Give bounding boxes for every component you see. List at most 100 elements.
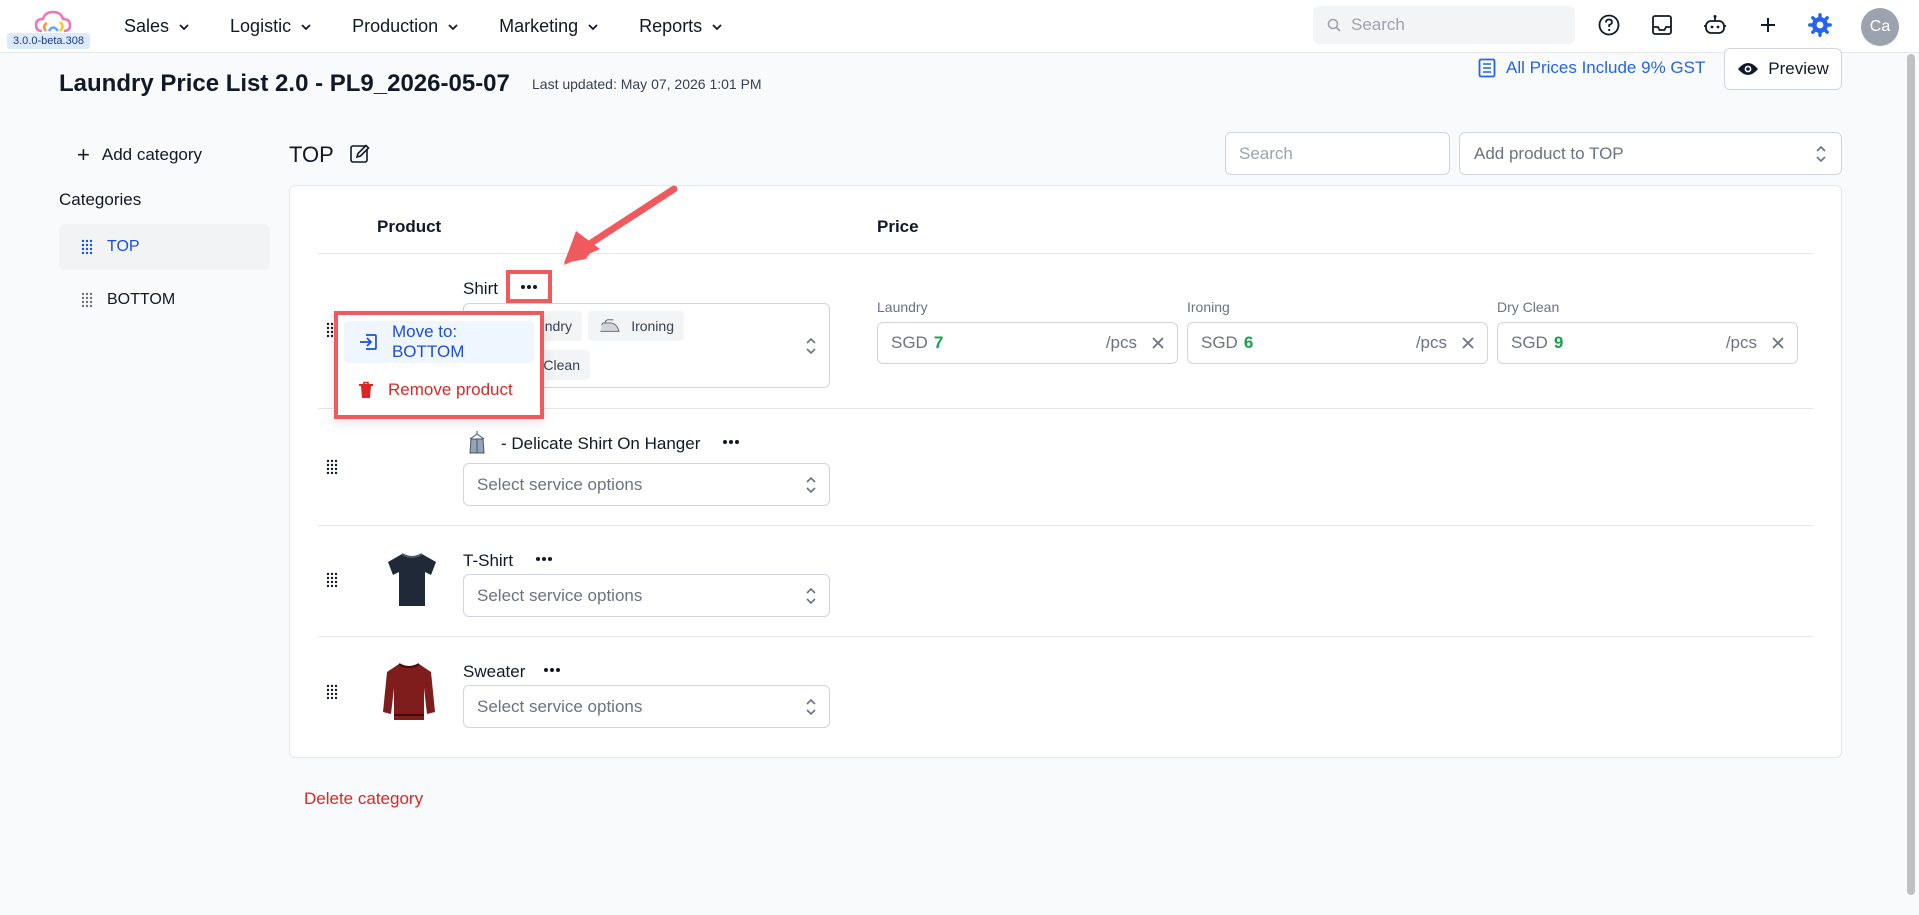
- remove-product-label: Remove product: [388, 380, 513, 399]
- service-options-placeholder: Select service options: [477, 585, 643, 605]
- price-input-dry-clean[interactable]: SGD 9 /pcs: [1497, 322, 1798, 364]
- price-label-dry-clean: Dry Clean: [1497, 299, 1560, 315]
- scrollbar[interactable]: [1907, 54, 1915, 895]
- global-search-input[interactable]: Search: [1313, 6, 1575, 44]
- chevron-updown-icon: [806, 587, 816, 604]
- ellipsis-icon: [536, 557, 552, 561]
- drag-handle-icon[interactable]: [81, 239, 93, 255]
- nav-logistic[interactable]: Logistic: [230, 16, 312, 37]
- add-product-select[interactable]: Add product to TOP: [1459, 132, 1842, 175]
- plus-icon[interactable]: [1754, 11, 1782, 39]
- page-title: Laundry Price List 2.0 - PL9_2026-05-07: [59, 70, 510, 97]
- add-category-button[interactable]: + Add category: [77, 144, 202, 166]
- robot-icon[interactable]: [1701, 11, 1729, 39]
- iron-icon: [600, 319, 620, 332]
- nav-logistic-label: Logistic: [230, 16, 292, 36]
- move-to-bottom-button[interactable]: Move to: BOTTOM: [344, 321, 534, 363]
- service-options-select[interactable]: Select service options: [463, 685, 830, 728]
- preview-button[interactable]: Preview: [1724, 48, 1842, 90]
- tshirt-image: [388, 553, 436, 606]
- annotation-highlight: [506, 270, 552, 303]
- categories-heading: Categories: [59, 190, 142, 209]
- move-to-label: Move to: BOTTOM: [391, 322, 465, 361]
- more-options-button[interactable]: [716, 432, 746, 452]
- gst-note-link[interactable]: All Prices Include 9% GST: [1478, 58, 1705, 78]
- chevron-updown-icon: [806, 698, 816, 715]
- drag-handle-icon[interactable]: [326, 572, 338, 588]
- nav-production-label: Production: [352, 16, 439, 36]
- column-header-product: Product: [377, 217, 442, 236]
- gst-note-label: All Prices Include 9% GST: [1506, 58, 1706, 77]
- drag-handle-icon[interactable]: [326, 684, 338, 700]
- last-updated-text: Last updated: May 07, 2026 1:01 PM: [532, 76, 762, 92]
- price-label-ironing: Ironing: [1187, 299, 1230, 315]
- service-tag-label: ndry: [544, 318, 572, 334]
- delete-category-button[interactable]: Delete category: [304, 789, 423, 809]
- product-name: T-Shirt: [463, 551, 514, 570]
- drag-handle-icon[interactable]: [326, 459, 338, 475]
- price-input-laundry[interactable]: SGD 7 /pcs: [877, 322, 1178, 364]
- main-menu: Sales Logistic Production Marketing Repo…: [124, 0, 763, 53]
- sweater-image: [383, 663, 435, 720]
- hanger-shirt-icon: [469, 431, 485, 454]
- service-tag-ironing: Ironing: [588, 311, 684, 341]
- annotation-arrow: [564, 185, 678, 265]
- nav-production[interactable]: Production: [352, 16, 459, 37]
- gear-icon[interactable]: [1806, 11, 1834, 39]
- product-name: Sweater: [463, 662, 526, 681]
- category-item-top[interactable]: TOP: [59, 224, 270, 270]
- nav-sales[interactable]: Sales: [124, 16, 190, 37]
- category-item-label: BOTTOM: [107, 291, 176, 308]
- service-options-select[interactable]: Select service options: [463, 463, 830, 506]
- document-list-icon: [1478, 58, 1496, 78]
- service-options-placeholder: Select service options: [477, 474, 643, 494]
- price-input-ironing[interactable]: SGD 6 /pcs: [1187, 322, 1488, 364]
- ellipsis-icon: [544, 668, 560, 672]
- add-category-label: Add category: [101, 145, 203, 164]
- price-unit: /pcs: [1415, 333, 1447, 352]
- product-search-input[interactable]: [1225, 132, 1450, 175]
- product-name: - Delicate Shirt On Hanger: [501, 434, 701, 453]
- avatar-initials: Ca: [1869, 18, 1891, 35]
- nav-reports-label: Reports: [639, 16, 703, 36]
- user-avatar[interactable]: Ca: [1861, 8, 1899, 46]
- category-item-bottom[interactable]: BOTTOM: [59, 277, 270, 323]
- edit-icon[interactable]: [349, 143, 371, 165]
- price-unit: /pcs: [1725, 333, 1757, 352]
- currency-label: SGD: [1511, 333, 1548, 352]
- global-search-placeholder: Search: [1351, 15, 1405, 34]
- close-icon[interactable]: [1771, 336, 1785, 350]
- service-options-placeholder: Select service options: [477, 696, 643, 716]
- help-icon[interactable]: [1595, 11, 1623, 39]
- service-options-select[interactable]: Select service options: [463, 574, 830, 617]
- chevron-updown-icon: [806, 337, 816, 355]
- chevron-down-icon: [179, 23, 189, 30]
- chevron-down-icon: [448, 23, 458, 30]
- more-options-button[interactable]: [537, 660, 567, 680]
- inbox-icon[interactable]: [1648, 11, 1676, 39]
- chevron-updown-icon: [806, 476, 816, 493]
- close-icon[interactable]: [1461, 336, 1475, 350]
- app-logo-icon[interactable]: [34, 9, 74, 35]
- more-options-button[interactable]: [529, 549, 559, 569]
- category-title: TOP: [289, 142, 334, 167]
- price-unit: /pcs: [1105, 333, 1137, 352]
- service-tag-label: Clean: [543, 357, 580, 373]
- chevron-down-icon: [712, 23, 722, 30]
- row-divider: [318, 636, 1813, 637]
- chevron-down-icon: [588, 23, 598, 30]
- price-label-laundry: Laundry: [877, 299, 928, 315]
- nav-sales-label: Sales: [124, 16, 170, 36]
- move-to-icon: [359, 334, 377, 350]
- nav-reports[interactable]: Reports: [639, 16, 723, 37]
- drag-handle-icon[interactable]: [81, 292, 93, 308]
- plus-icon: +: [77, 142, 90, 167]
- price-amount: 9: [1553, 333, 1564, 352]
- price-amount: 6: [1243, 333, 1254, 352]
- nav-marketing[interactable]: Marketing: [499, 16, 599, 37]
- row-divider: [318, 525, 1813, 526]
- chevron-down-icon: [301, 23, 311, 30]
- column-header-price: Price: [877, 217, 919, 236]
- close-icon[interactable]: [1151, 336, 1165, 350]
- remove-product-button[interactable]: Remove product: [344, 369, 534, 411]
